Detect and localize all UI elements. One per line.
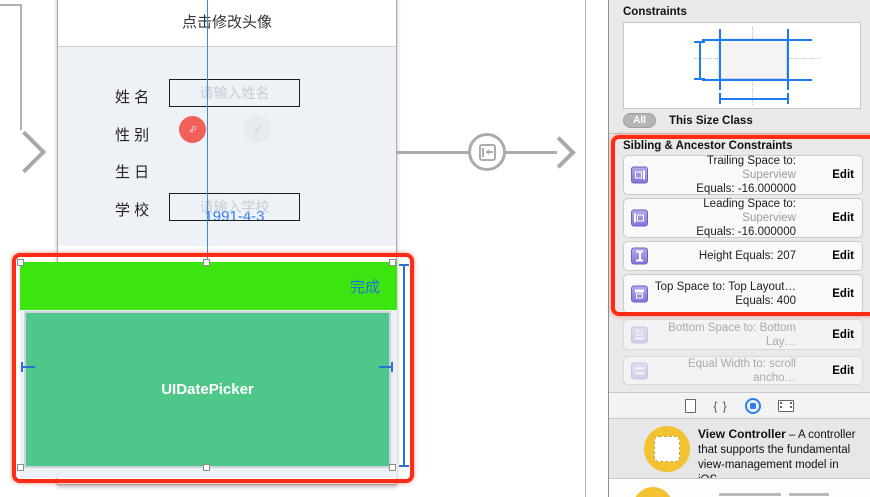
birthday-label: 生 日 <box>115 164 150 181</box>
size-class-label: This Size Class <box>669 114 753 127</box>
constraint-row-trailing[interactable]: Trailing Space to: Superview Equals: -16… <box>623 155 863 195</box>
diagram-height-ibeam <box>699 41 701 79</box>
library-toolbar: { } <box>609 393 870 418</box>
incoming-segue-arrow-icon[interactable] <box>3 130 47 174</box>
avatar-hint-label[interactable]: 点击修改头像 <box>58 11 396 32</box>
library-item-partial-text <box>719 493 781 496</box>
incoming-segue-line <box>20 4 22 130</box>
diagram-height-cap-bottom <box>694 78 705 80</box>
edit-button[interactable]: Edit <box>832 169 854 181</box>
constraint-value: Superview <box>742 212 796 224</box>
center-alignment-guide <box>207 0 208 263</box>
constraint-row-top-space[interactable]: Top Space to: Top Layout… Equals: 400 Ed… <box>623 274 863 314</box>
constraint-value: 207 <box>776 250 796 262</box>
height-constraint-line <box>403 264 405 466</box>
edit-button[interactable]: Edit <box>832 250 854 262</box>
library-item-view-controller[interactable]: View Controller – A controller that supp… <box>609 419 870 486</box>
storyboard-canvas[interactable]: 点击修改头像 姓 名 性 别 ♀ ♂ 生 日 1991-4-3 学 校 完成 U… <box>0 0 586 497</box>
female-icon: ♀ <box>182 119 203 140</box>
library-item-partial-icon <box>633 487 673 497</box>
profile-form-area[interactable]: 姓 名 性 别 ♀ ♂ 生 日 1991-4-3 学 校 <box>58 47 396 246</box>
size-class-all-pill[interactable]: All <box>623 113 656 128</box>
constraint-label: Bottom Space to: <box>668 321 757 334</box>
constraint-row-leading[interactable]: Leading Space to: Superview Equals: -16.… <box>623 198 863 238</box>
diagram-width-cap-right <box>787 93 789 104</box>
constraint-row-height[interactable]: Height Equals: 207 Edit <box>623 241 863 271</box>
selection-handle-bottom-center[interactable] <box>203 464 210 471</box>
library-item-partial[interactable] <box>609 479 870 497</box>
edit-button[interactable]: Edit <box>832 365 854 377</box>
constraint-detail: Equals: 400 <box>735 295 796 307</box>
size-class-row: All This Size Class <box>623 112 753 129</box>
edit-button[interactable]: Edit <box>832 288 854 300</box>
selection-handle-top-right[interactable] <box>389 259 396 266</box>
top-space-icon <box>631 285 648 303</box>
code-snippet-library-icon[interactable]: { } <box>713 399 727 413</box>
constraint-row-equal-width[interactable]: Equal Width to: scroll ancho… Edit <box>623 356 863 385</box>
file-template-library-icon[interactable] <box>685 398 697 413</box>
constraint-value: Top Layout… <box>728 281 796 293</box>
constraint-detail: Equals: -16.000000 <box>696 183 796 195</box>
constraint-row-bottom-space[interactable]: Bottom Space to: Bottom Lay… Edit <box>623 319 863 350</box>
selection-handle-bottom-right[interactable] <box>389 464 396 471</box>
school-label: 学 校 <box>115 202 150 219</box>
constraints-diagram <box>623 22 861 109</box>
diagram-right-edge <box>787 29 789 90</box>
diagram-width-cap-left <box>719 93 721 104</box>
section-divider <box>609 133 870 134</box>
segue-arrowhead-icon <box>543 136 576 169</box>
object-library-icon[interactable] <box>744 397 761 414</box>
name-label: 姓 名 <box>115 89 150 106</box>
datepicker-container-view[interactable]: 完成 UIDatePicker <box>20 262 397 478</box>
height-constraint-cap-top <box>399 264 409 266</box>
selection-handle-top-center[interactable] <box>203 259 210 266</box>
constraint-detail: Equals: -16.000000 <box>696 226 796 238</box>
constraints-section-title: Constraints <box>623 6 687 18</box>
trailing-space-icon <box>631 166 648 184</box>
selection-handle-bottom-left[interactable] <box>17 464 24 471</box>
segue-icon[interactable] <box>468 133 506 171</box>
done-button[interactable]: 完成 <box>350 276 380 297</box>
library-item-partial-text <box>789 493 829 496</box>
leading-constraint-cap <box>21 362 23 372</box>
name-input[interactable] <box>169 79 300 107</box>
media-library-icon[interactable] <box>777 399 794 412</box>
equal-width-icon <box>631 362 648 379</box>
size-inspector-panel: Constraints All This Size Class Sibling … <box>608 0 870 497</box>
constraint-label: Trailing Space to: <box>706 155 796 167</box>
constraint-value: Superview <box>742 169 796 181</box>
height-constraint-cap-bottom <box>399 465 409 467</box>
picker-toolbar[interactable]: 完成 <box>20 262 397 310</box>
view-controller-icon <box>644 426 690 472</box>
male-gender-button[interactable]: ♂ <box>244 116 271 143</box>
diagram-height-cap-top <box>694 41 705 43</box>
leading-space-icon <box>631 209 648 227</box>
gender-label: 性 别 <box>115 127 150 144</box>
sibling-constraints-title: Sibling & Ancestor Constraints <box>623 140 793 152</box>
leading-constraint-indicator <box>21 366 35 368</box>
male-icon: ♂ <box>251 121 264 138</box>
bottom-space-icon <box>631 326 648 343</box>
constraint-value: Bottom Lay… <box>759 321 796 348</box>
library-item-title: View Controller <box>698 427 786 441</box>
edit-button[interactable]: Edit <box>832 329 854 341</box>
constraint-label: Equal Width to: <box>687 357 766 370</box>
female-gender-button[interactable]: ♀ <box>179 116 206 143</box>
selection-handle-top-left[interactable] <box>17 259 24 266</box>
offscreen-view-edge-top <box>0 4 21 6</box>
diagram-view-rect <box>719 39 787 79</box>
constraint-label: Top Space to: <box>654 281 726 293</box>
diagram-width-ibeam <box>719 98 788 100</box>
school-input[interactable] <box>169 193 300 221</box>
trailing-constraint-cap <box>391 362 393 372</box>
uidatepicker[interactable]: UIDatePicker <box>24 311 391 468</box>
xcode-interface-builder: 点击修改头像 姓 名 性 别 ♀ ♂ 生 日 1991-4-3 学 校 完成 U… <box>0 0 870 497</box>
constraint-label: Leading Space to: <box>703 198 796 210</box>
height-constraint-icon <box>631 247 648 265</box>
edit-button[interactable]: Edit <box>832 212 854 224</box>
diagram-left-edge <box>719 29 721 90</box>
uidatepicker-label: UIDatePicker <box>161 381 254 398</box>
constraint-label: Height Equals: <box>698 250 774 262</box>
